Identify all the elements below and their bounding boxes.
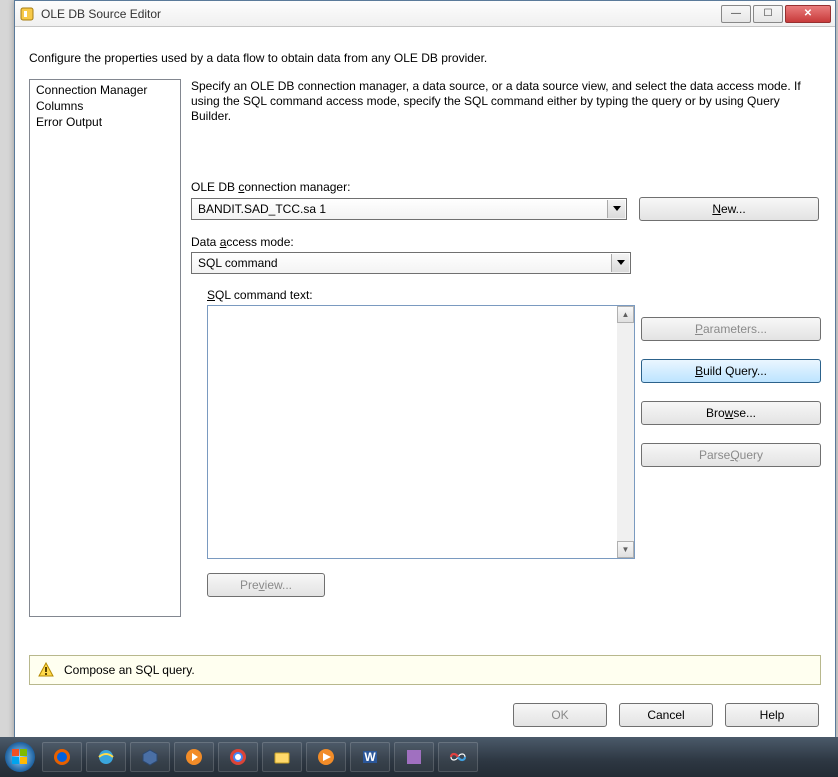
minimize-button[interactable]: — [721, 5, 751, 23]
taskbar-app-ie[interactable] [86, 742, 126, 772]
preview-button[interactable]: Preview... [207, 573, 325, 597]
start-button[interactable] [0, 737, 40, 777]
help-button[interactable]: Help [725, 703, 819, 727]
connection-manager-value: BANDIT.SAD_TCC.sa 1 [198, 202, 326, 216]
maximize-button[interactable]: ☐ [753, 5, 783, 23]
scroll-up-arrow[interactable]: ▲ [617, 306, 634, 323]
label-connection-manager: OLE DB connection manager: [191, 180, 819, 194]
window-buttons: — ☐ ✕ [721, 5, 831, 23]
taskbar-app-word[interactable]: W [350, 742, 390, 772]
parse-query-button[interactable]: Parse Query [641, 443, 821, 467]
nav-item-columns[interactable]: Columns [30, 98, 180, 114]
ok-button[interactable]: OK [513, 703, 607, 727]
scroll-down-arrow[interactable]: ▼ [617, 541, 634, 558]
taskbar-app-misc[interactable] [394, 742, 434, 772]
label-sql-command-text: SQL command text: [207, 288, 819, 302]
side-buttons: Parameters... Build Query... Browse... P… [641, 317, 821, 467]
taskbar-app-media[interactable] [174, 742, 214, 772]
new-connection-button[interactable]: New... [639, 197, 819, 221]
close-button[interactable]: ✕ [785, 5, 831, 23]
nav-item-connection-manager[interactable]: Connection Manager [30, 82, 180, 98]
connection-manager-select[interactable]: BANDIT.SAD_TCC.sa 1 [191, 198, 627, 220]
data-access-mode-select[interactable]: SQL command [191, 252, 631, 274]
warning-icon [38, 662, 54, 678]
dropdown-arrow-icon [611, 254, 629, 272]
label-data-access-mode: Data access mode: [191, 235, 819, 249]
dialog-window: OLE DB Source Editor — ☐ ✕ Configure the… [14, 0, 836, 740]
sql-command-textarea[interactable]: ▲ ▼ [207, 305, 635, 559]
status-bar: Compose an SQL query. [29, 655, 821, 685]
nav-pane: Connection Manager Columns Error Output [29, 79, 181, 617]
dropdown-arrow-icon [607, 200, 625, 218]
titlebar[interactable]: OLE DB Source Editor — ☐ ✕ [15, 1, 835, 27]
taskbar-app-wmp[interactable] [306, 742, 346, 772]
cancel-button[interactable]: Cancel [619, 703, 713, 727]
taskbar-app-infinity[interactable] [438, 742, 478, 772]
build-query-button[interactable]: Build Query... [641, 359, 821, 383]
status-text: Compose an SQL query. [64, 663, 195, 677]
taskbar-app-cube[interactable] [130, 742, 170, 772]
taskbar-app-firefox[interactable] [42, 742, 82, 772]
data-access-mode-value: SQL command [198, 256, 278, 270]
vertical-scrollbar[interactable]: ▲ ▼ [617, 306, 634, 558]
parameters-button[interactable]: Parameters... [641, 317, 821, 341]
app-icon [19, 6, 35, 22]
taskbar-app-chrome[interactable] [218, 742, 258, 772]
taskbar-app-explorer[interactable] [262, 742, 302, 772]
dialog-buttons: OK Cancel Help [513, 703, 819, 727]
panel-description: Specify an OLE DB connection manager, a … [191, 79, 819, 124]
window-title: OLE DB Source Editor [41, 7, 721, 21]
nav-item-error-output[interactable]: Error Output [30, 114, 180, 130]
dialog-content: Configure the properties used by a data … [15, 27, 835, 739]
panel-connection-manager: Specify an OLE DB connection manager, a … [191, 79, 821, 617]
main-area: Connection Manager Columns Error Output … [29, 79, 821, 617]
svg-text:W: W [364, 750, 376, 764]
config-description: Configure the properties used by a data … [29, 51, 821, 65]
taskbar[interactable]: W [0, 737, 838, 777]
browse-button[interactable]: Browse... [641, 401, 821, 425]
